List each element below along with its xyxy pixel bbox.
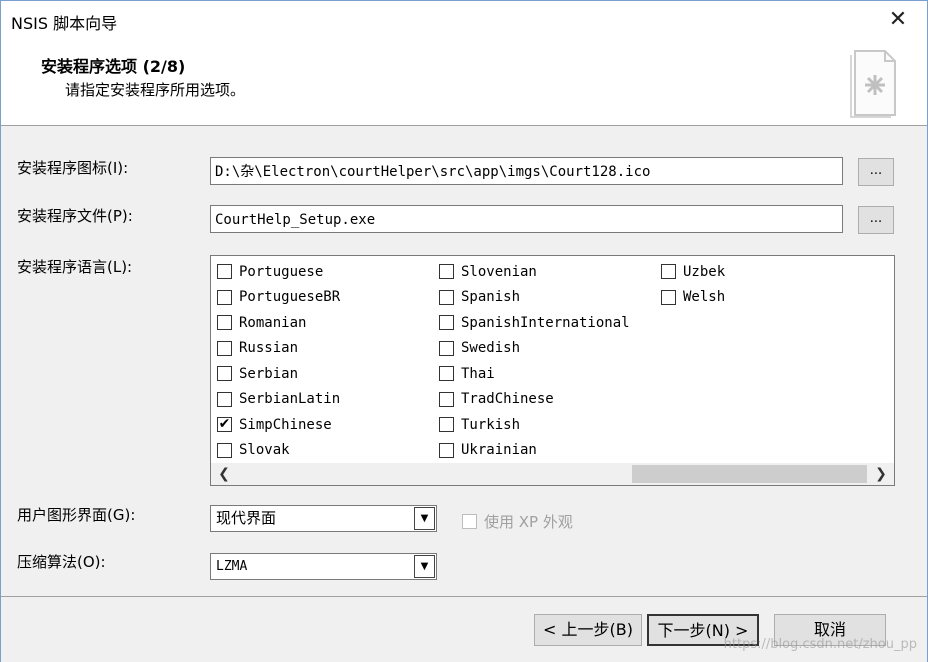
checkbox-icon[interactable]	[661, 264, 676, 280]
language-checkbox-item[interactable]: Portuguese	[217, 259, 340, 285]
browse-icon-button[interactable]: ...	[858, 158, 894, 186]
icon-path-input[interactable]: D:\杂\Electron\courtHelper\src\app\imgs\C…	[210, 157, 843, 185]
language-checkbox-item[interactable]: Thai	[439, 361, 630, 387]
language-checkbox-item[interactable]: Serbian	[217, 361, 340, 387]
language-name: Thai	[461, 365, 495, 382]
dropdown-arrow-icon[interactable]: ▼	[414, 507, 435, 530]
watermark: https://blog.csdn.net/zhou_pp	[723, 637, 917, 652]
language-checkbox-item[interactable]: Turkish	[439, 412, 630, 438]
setup-document-icon	[850, 50, 896, 118]
page-title: 安装程序选项 (2/8)	[41, 57, 186, 76]
horizontal-scrollbar[interactable]: ❮ ❯	[211, 463, 894, 485]
language-name: Slovenian	[461, 263, 537, 280]
language-name: TradChinese	[461, 391, 554, 408]
checkbox-icon[interactable]	[439, 417, 454, 433]
language-column-3: Uzbek Welsh	[661, 259, 725, 310]
checkbox-icon[interactable]	[217, 340, 232, 356]
gui-selected-value: 现代界面	[216, 509, 277, 527]
checkbox-icon[interactable]	[439, 366, 454, 382]
language-column-2: Slovenian Spanish SpanishInternational Swed…	[439, 259, 630, 463]
language-name: SimpChinese	[239, 416, 332, 433]
language-checkbox-item[interactable]: Romanian	[217, 310, 340, 336]
dropdown-arrow-icon[interactable]: ▼	[414, 555, 435, 578]
language-checkbox-item[interactable]: ✔ SimpChinese	[217, 412, 340, 438]
language-name: SerbianLatin	[239, 391, 341, 408]
gui-label: 用户图形界面(G):	[17, 506, 136, 524]
checkbox-icon[interactable]	[439, 340, 454, 356]
language-name: SpanishInternational	[461, 314, 630, 331]
language-name: Portuguese	[239, 263, 324, 280]
scroll-right-icon[interactable]: ❯	[872, 463, 890, 485]
checkbox-icon[interactable]	[661, 289, 676, 305]
language-name: Turkish	[461, 416, 521, 433]
checkbox-icon[interactable]	[439, 391, 454, 407]
language-name: Welsh	[683, 289, 726, 306]
checkbox-icon[interactable]	[439, 315, 454, 331]
language-name: PortugueseBR	[239, 289, 341, 306]
wizard-header: 安装程序选项 (2/8) 请指定安装程序所用选项。	[1, 39, 927, 126]
language-list[interactable]: Portuguese PortugueseBR Romanian Russian Ser…	[210, 255, 895, 486]
back-button[interactable]: < 上一步(B)	[534, 614, 642, 646]
language-column-1: Portuguese PortugueseBR Romanian Russian Ser…	[217, 259, 340, 463]
window-title: NSIS 脚本向导	[11, 14, 118, 33]
language-checkbox-item[interactable]: Slovenian	[439, 259, 630, 285]
compression-selected-value: LZMA	[216, 559, 248, 574]
checkbox-icon[interactable]	[217, 442, 232, 458]
language-checkbox-item[interactable]: Slovak	[217, 438, 340, 464]
language-checkbox-item[interactable]: SerbianLatin	[217, 387, 340, 413]
language-name: Slovak	[239, 442, 290, 459]
language-checkbox-item[interactable]: Spanish	[439, 285, 630, 311]
checkbox-icon[interactable]	[439, 264, 454, 280]
browse-file-button[interactable]: ...	[858, 206, 894, 234]
checkbox-icon[interactable]	[217, 391, 232, 407]
language-checkbox-item[interactable]: TradChinese	[439, 387, 630, 413]
language-name: Ukrainian	[461, 442, 537, 459]
page-subtitle: 请指定安装程序所用选项。	[65, 81, 246, 99]
xp-style-label: 使用 XP 外观	[484, 513, 573, 531]
language-name: Spanish	[461, 289, 521, 306]
close-icon: ✕	[888, 7, 908, 32]
wizard-footer: < 上一步(B) 下一步(N) > 取消 https://blog.csdn.n…	[1, 596, 927, 662]
checkbox-icon	[462, 514, 477, 529]
language-name: Swedish	[461, 340, 521, 357]
wizard-window: NSIS 脚本向导 ✕ 安装程序选项 (2/8) 请指定安装程序所用选项。 安装…	[0, 0, 928, 662]
xp-style-checkbox: 使用 XP 外观	[462, 511, 573, 532]
language-checkbox-item[interactable]: Swedish	[439, 336, 630, 362]
language-checkbox-item[interactable]: Russian	[217, 336, 340, 362]
close-button[interactable]: ✕	[883, 6, 913, 34]
options-panel: 安装程序图标(I): D:\杂\Electron\courtHelper\src…	[1, 126, 927, 596]
language-name: Uzbek	[683, 263, 726, 280]
compression-select[interactable]: LZMA ▼	[210, 553, 437, 580]
language-name: Russian	[239, 340, 299, 357]
icon-label: 安装程序图标(I):	[17, 159, 129, 177]
language-checkbox-item[interactable]: PortugueseBR	[217, 285, 340, 311]
language-label: 安装程序语言(L):	[17, 258, 133, 276]
compression-label: 压缩算法(O):	[17, 553, 106, 571]
gui-select[interactable]: 现代界面 ▼	[210, 505, 437, 532]
checkbox-icon[interactable]	[439, 442, 454, 458]
checkbox-icon[interactable]	[217, 315, 232, 331]
title-bar: NSIS 脚本向导 ✕	[1, 1, 927, 39]
language-checkbox-item[interactable]: SpanishInternational	[439, 310, 630, 336]
checkbox-icon[interactable]	[439, 289, 454, 305]
language-name: Serbian	[239, 365, 299, 382]
checkbox-icon[interactable]	[217, 366, 232, 382]
checkbox-icon[interactable]	[217, 264, 232, 280]
language-name: Romanian	[239, 314, 307, 331]
language-checkbox-item[interactable]: Uzbek	[661, 259, 725, 285]
language-checkbox-item[interactable]: Welsh	[661, 285, 725, 311]
checkbox-icon[interactable]	[217, 289, 232, 305]
scroll-thumb[interactable]	[632, 465, 867, 483]
scroll-left-icon[interactable]: ❮	[215, 463, 233, 485]
installer-file-input[interactable]: CourtHelp_Setup.exe	[210, 205, 843, 233]
language-checkbox-item[interactable]: Ukrainian	[439, 438, 630, 464]
file-label: 安装程序文件(P):	[17, 207, 133, 225]
checked-checkbox-icon[interactable]: ✔	[217, 417, 232, 433]
